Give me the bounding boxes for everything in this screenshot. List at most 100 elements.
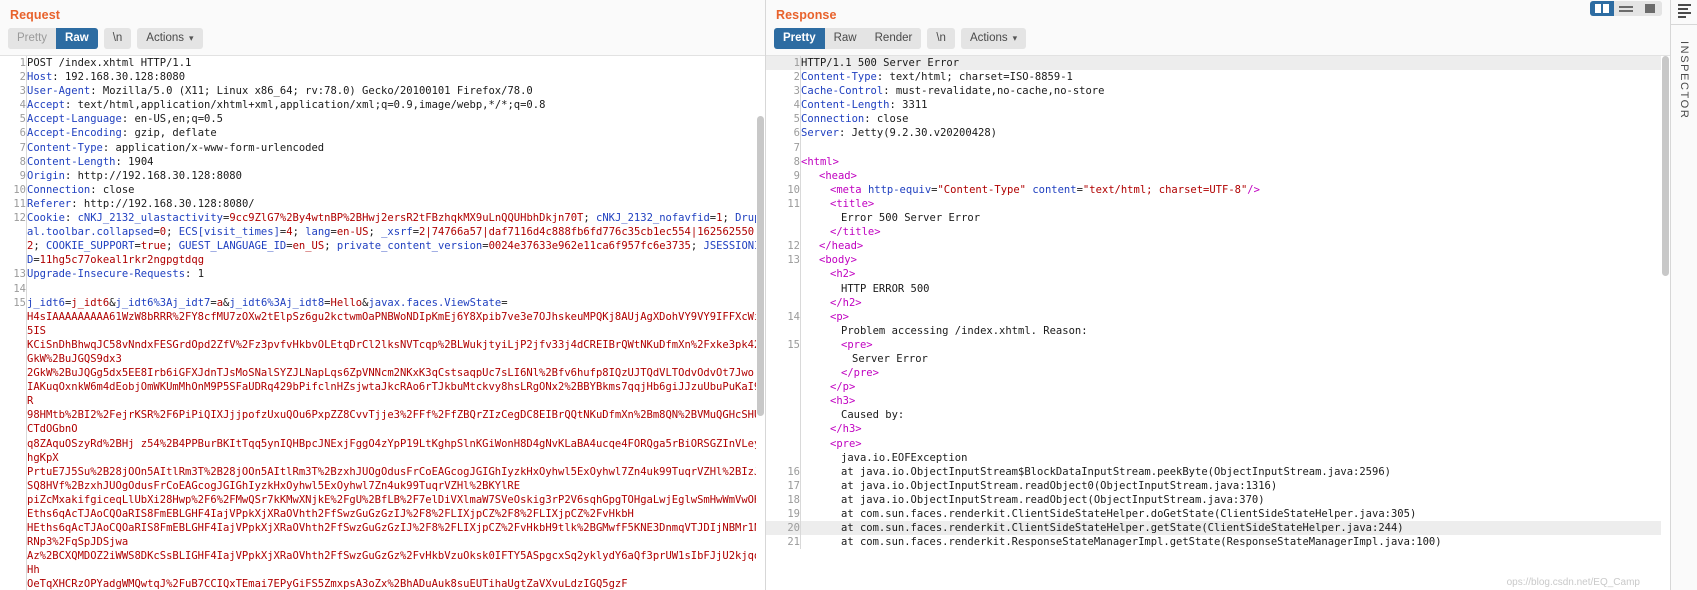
response-tab-pretty[interactable]: Pretty — [774, 28, 825, 49]
layout-toggle-group — [1590, 1, 1662, 16]
code-text[interactable]: Referer: http://192.168.30.128:8080/ — [27, 197, 766, 211]
code-line: 20 at com.sun.faces.renderkit.ClientSideS… — [766, 521, 1670, 536]
payload-text[interactable]: KCiSnDhBhwqJC58vNndxFESGrdOpd2ZfV%2Fz3pv… — [27, 338, 766, 366]
stacked-rows-icon[interactable] — [1614, 1, 1638, 16]
code-text[interactable]: POST /index.xhtml HTTP/1.1 — [27, 56, 766, 70]
code-text[interactable]: Error 500 Server Error — [801, 211, 1671, 225]
response-code-area[interactable]: 1 HTTP/1.1 500 Server Error 2 Content-Type:… — [766, 55, 1670, 590]
payload-line: piZcMxakifgiceqLlUbXi28Hwp%2F6%2FMwQSr7k… — [0, 492, 766, 522]
payload-text[interactable]: IAKuqOxnkW6m4dEobjOmWKUmMhOnM9P5SFaUDRq4… — [27, 380, 766, 408]
code-text[interactable]: Connection: close — [801, 112, 1671, 126]
code-text[interactable]: Server: Jetty(9.2.30.v20200428) — [801, 126, 1671, 140]
code-text[interactable] — [801, 141, 1671, 155]
code-text[interactable]: <title> — [801, 197, 1671, 211]
code-text[interactable]: <pre> — [801, 437, 1671, 451]
request-tab-raw[interactable]: Raw — [56, 28, 98, 49]
code-text[interactable]: Content-Length: 3311 — [801, 98, 1671, 112]
line-number — [0, 380, 27, 409]
token: Mozilla/5.0 (X11; Linux x86_64; rv:78.0)… — [102, 85, 533, 98]
side-by-side-icon[interactable] — [1590, 1, 1614, 16]
code-text[interactable]: Host: 192.168.30.128:8080 — [27, 70, 766, 84]
code-text[interactable]: Accept-Encoding: gzip, deflate — [27, 126, 766, 140]
response-vertical-scrollbar[interactable] — [1661, 56, 1670, 590]
request-tab-pretty[interactable]: Pretty — [8, 28, 57, 49]
payload-line: HEths6qAcTJAoCQOaRIS8FmEBLGHF4IajVPpkXjX… — [0, 521, 766, 550]
code-text[interactable]: Cache-Control: must-revalidate,no-cache,… — [801, 84, 1671, 98]
burp-message-editor: Request Pretty Raw \n Actions ▾ 1 POST /… — [0, 0, 1697, 590]
code-text[interactable]: Content-Type: text/html; charset=ISO-885… — [801, 70, 1671, 84]
payload-text[interactable]: OeTqXHCRzOPYadgWMQwtqJ%2FuB7CCIQxTEmai7E… — [27, 577, 766, 590]
payload-text[interactable]: Az%2BCXQMDOZ2iWWS8DKcSsBLIGHF4IajVPpkXjX… — [27, 549, 766, 577]
code-line: 10 Connection: close — [0, 182, 766, 197]
code-text[interactable]: at java.io.ObjectInputStream.readObject(… — [801, 493, 1671, 507]
code-text[interactable]: HTTP ERROR 500 — [801, 282, 1671, 296]
code-text[interactable]: </title> — [801, 225, 1671, 239]
code-text[interactable]: at com.sun.faces.renderkit.ClientSideSta… — [800, 521, 1670, 536]
code-text[interactable]: Accept: text/html,application/xhtml+xml,… — [27, 98, 766, 112]
token: Server — [801, 127, 839, 140]
code-text[interactable]: </pre> — [801, 366, 1671, 380]
code-text[interactable]: at java.io.ObjectInputStream$BlockDataIn… — [801, 465, 1671, 479]
request-tab-newline[interactable]: \n — [103, 28, 132, 49]
payload-text[interactable]: piZcMxakifgiceqLlUbXi28Hwp%2F6%2FMwQSr7k… — [27, 493, 766, 521]
code-text[interactable]: at java.io.ObjectInputStream.readObject0… — [801, 479, 1671, 493]
code-text[interactable]: HTTP/1.1 500 Server Error — [800, 56, 1670, 71]
code-text[interactable]: </p> — [801, 380, 1671, 394]
request-scroll-thumb[interactable] — [757, 116, 764, 416]
code-text[interactable]: Problem accessing /index.xhtml. Reason: — [801, 324, 1671, 338]
code-text[interactable]: <p> — [801, 310, 1671, 324]
code-text[interactable] — [27, 282, 766, 296]
code-text[interactable]: Server Error — [801, 352, 1671, 366]
code-text[interactable]: </h2> — [801, 296, 1671, 310]
code-text[interactable]: Content-Type: application/x-www-form-url… — [27, 141, 766, 155]
payload-text[interactable]: q8ZAquOSzyRd%2BHj z54%2B4PPBurBKItTqq5yn… — [27, 437, 766, 465]
code-text[interactable]: User-Agent: Mozilla/5.0 (X11; Linux x86_… — [27, 84, 766, 98]
code-text[interactable]: Cookie: cNKJ_2132_ulastactivity=9cc9ZlG7… — [27, 211, 766, 267]
single-pane-icon[interactable] — [1638, 1, 1662, 16]
code-text[interactable]: Origin: http://192.168.30.128:8080 — [27, 169, 766, 183]
code-text[interactable]: <meta http-equiv="Content-Type" content=… — [801, 183, 1671, 197]
token: <h3> — [830, 395, 856, 408]
code-text[interactable]: Upgrade-Insecure-Requests: 1 — [27, 267, 766, 281]
code-text[interactable]: <h3> — [801, 394, 1671, 408]
code-line: </title> — [766, 225, 1671, 240]
response-tab-newline[interactable]: \n — [927, 28, 955, 49]
request-actions-button[interactable]: Actions ▾ — [137, 28, 203, 49]
code-text[interactable]: <h2> — [801, 267, 1671, 281]
code-text[interactable]: at com.sun.faces.renderkit.ClientSideSta… — [801, 507, 1671, 521]
line-number — [766, 211, 801, 226]
code-text[interactable]: Connection: close — [27, 183, 766, 197]
token: : — [864, 113, 877, 126]
token: Az%2BCXQMDOZ2iWWS8DKcSsBLIGHF4IajVPpkXjX… — [27, 550, 761, 577]
inspector-panel-icon[interactable] — [1677, 4, 1691, 18]
payload-text[interactable]: 2GkW%2BuJQGg5dx5EE8Irb6iGFXJdnTJsMoSNalS… — [27, 366, 766, 380]
response-scroll-thumb[interactable] — [1662, 56, 1669, 276]
request-code-area[interactable]: 1 POST /index.xhtml HTTP/1.1 2 Host: 192.16… — [0, 55, 765, 590]
payload-text[interactable]: 98HMtb%2BI2%2FejrKSR%2F6PiPiQIXJjjpofzUx… — [27, 408, 766, 436]
code-text[interactable]: </head> — [801, 239, 1671, 253]
code-text[interactable]: <pre> — [801, 338, 1671, 352]
code-text[interactable]: Accept-Language: en-US,en;q=0.5 — [27, 112, 766, 126]
code-line: 9 Origin: http://192.168.30.128:8080 — [0, 168, 766, 183]
response-tab-render[interactable]: Render — [865, 28, 922, 49]
code-text[interactable]: <head> — [801, 169, 1671, 183]
request-vertical-scrollbar[interactable] — [756, 56, 765, 590]
payload-text[interactable]: HEths6qAcTJAoCQOaRIS8FmEBLGHF4IajVPpkXjX… — [27, 521, 766, 549]
code-text[interactable]: <body> — [801, 253, 1671, 267]
payload-text[interactable]: H4sIAAAAAAAAA61WzW8bRRR%2FY8cfMU7zOXw2tE… — [27, 310, 766, 338]
code-text[interactable]: java.io.EOFException — [801, 451, 1671, 465]
code-text[interactable]: <html> — [801, 155, 1671, 169]
code-text[interactable]: j_idt6=j_idt6&j_idt6%3Aj_idt7=a&j_idt6%3… — [27, 296, 766, 310]
code-text[interactable]: Caused by: — [801, 408, 1671, 422]
payload-line: q8ZAquOSzyRd%2BHj z54%2B4PPBurBKItTqq5yn… — [0, 436, 766, 465]
token: </head> — [819, 240, 864, 253]
code-text[interactable]: at com.sun.faces.renderkit.ResponseState… — [801, 535, 1671, 549]
code-line: 14 <p> — [766, 309, 1671, 324]
token: <head> — [819, 169, 857, 182]
code-text[interactable]: </h3> — [801, 422, 1671, 436]
code-text[interactable]: Content-Length: 1904 — [27, 155, 766, 169]
response-actions-button[interactable]: Actions ▾ — [960, 28, 1027, 49]
payload-text[interactable]: PrtuE7J5Su%2B28jOOn5AItlRm3T%2B28jOOn5AI… — [27, 465, 766, 493]
response-tab-raw[interactable]: Raw — [824, 28, 866, 49]
inspector-rail[interactable]: INSPECTOR — [1670, 0, 1697, 590]
